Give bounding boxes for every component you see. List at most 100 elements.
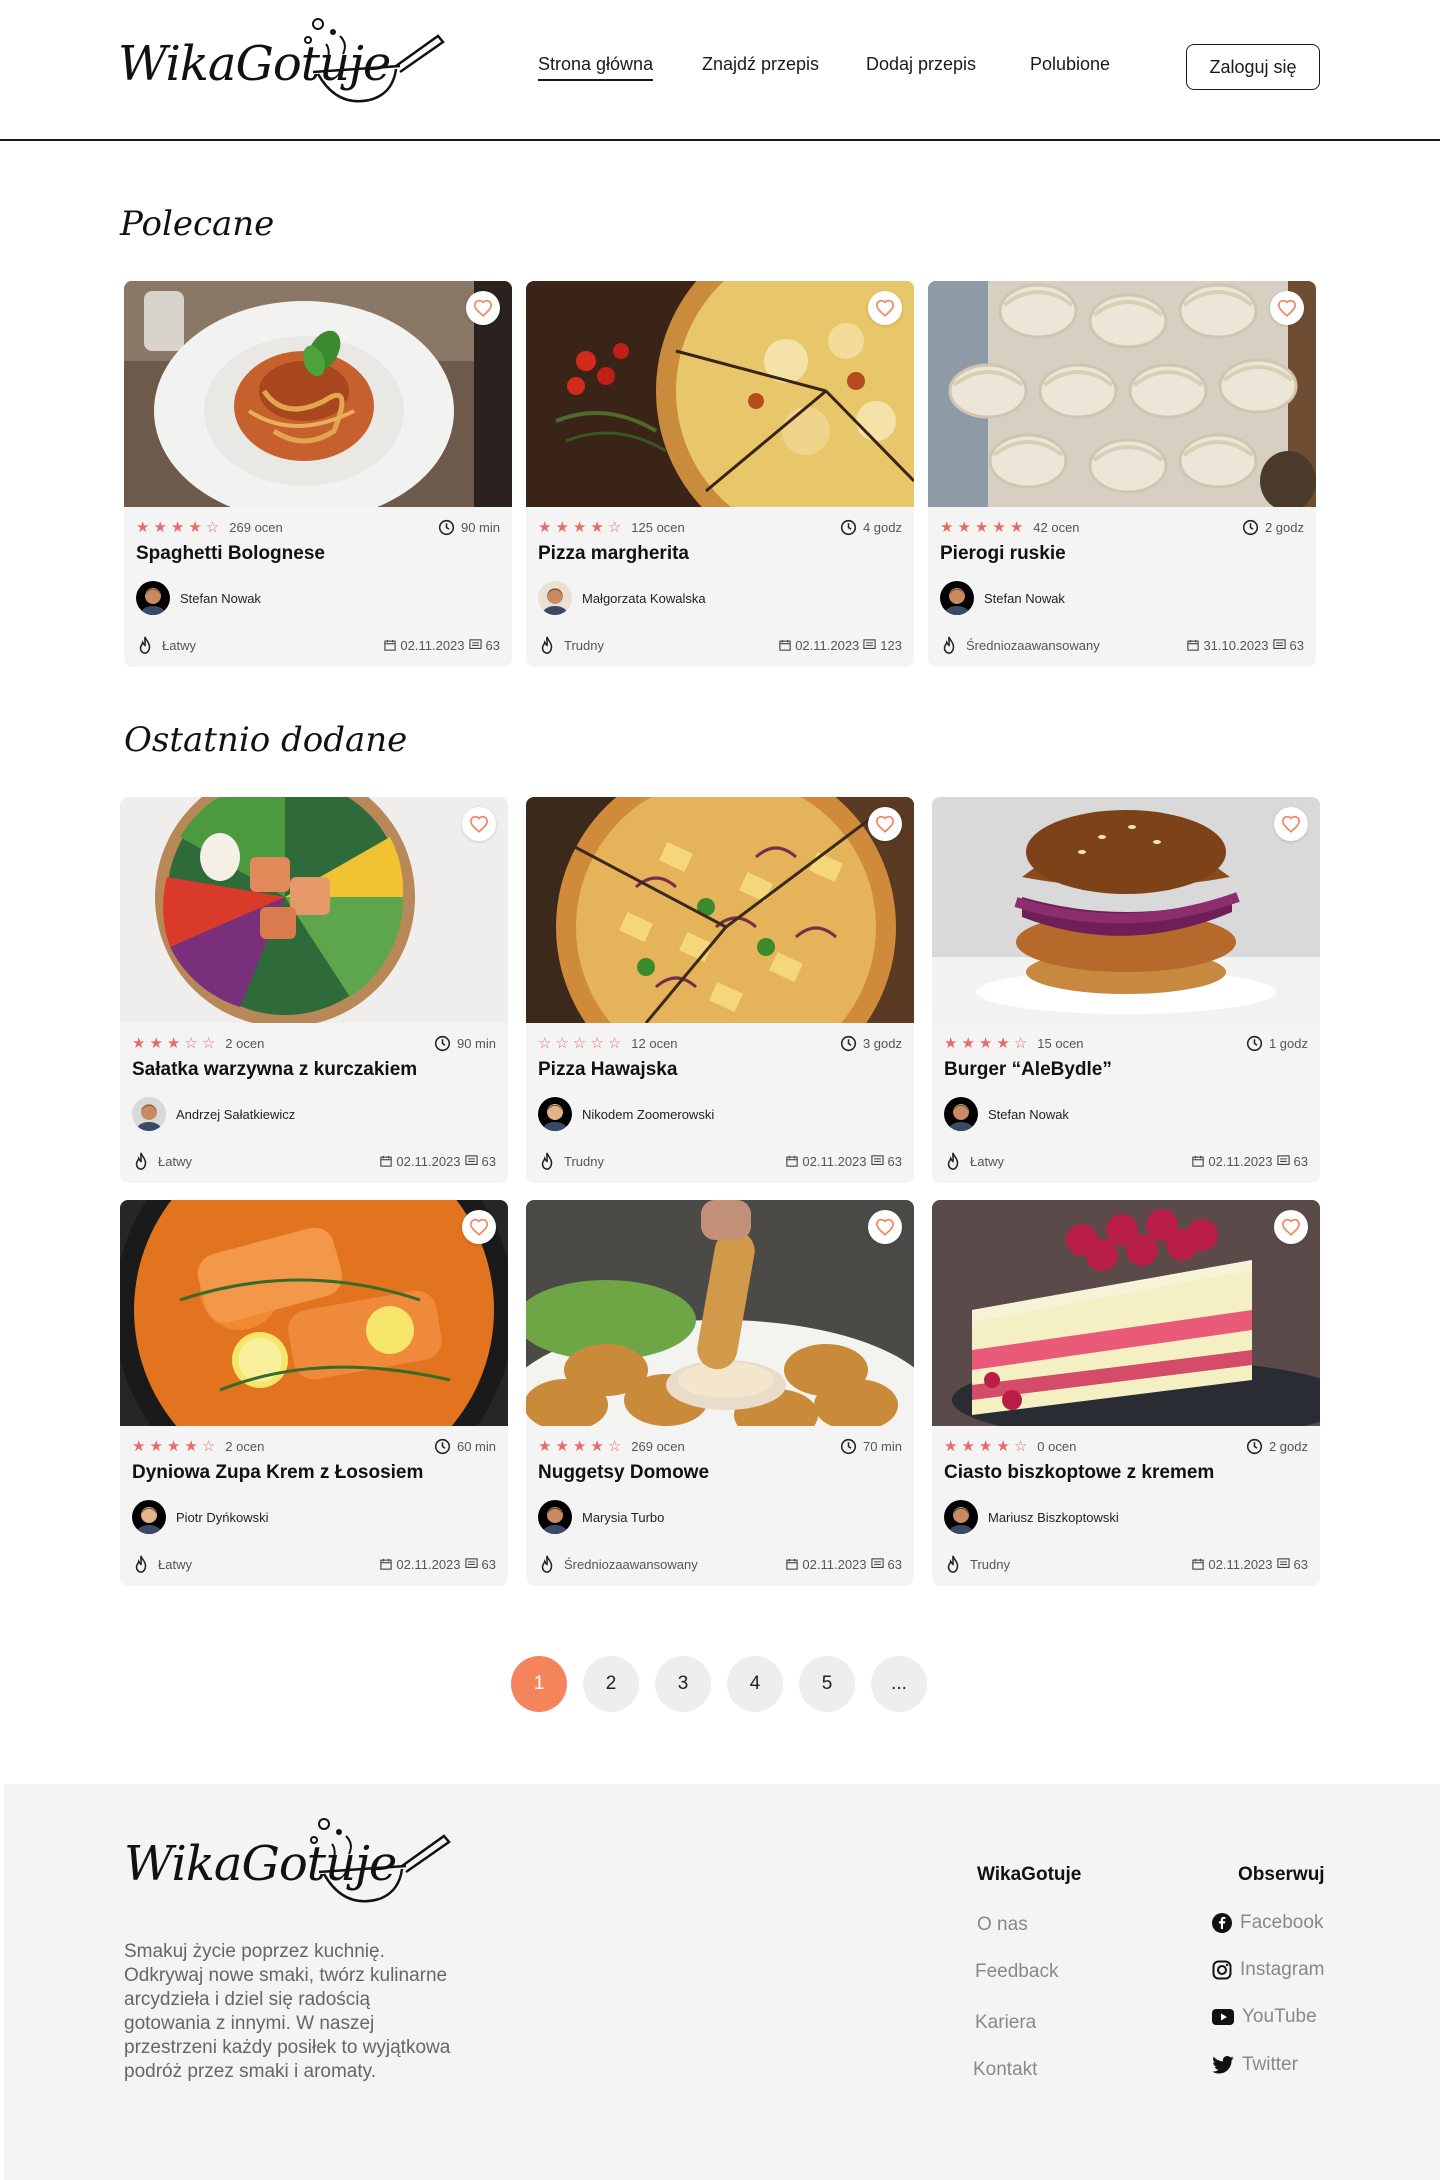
nav-favorites[interactable]: Polubione <box>1030 54 1110 79</box>
author[interactable]: Stefan Nowak <box>944 1097 1069 1131</box>
recipe-image[interactable] <box>928 281 1316 507</box>
favorite-button[interactable] <box>868 291 902 325</box>
author[interactable]: Stefan Nowak <box>136 581 261 615</box>
calendar-icon <box>380 1155 393 1167</box>
star-rating[interactable]: ★ ★ ★ ★ ☆ <box>944 1036 1027 1051</box>
footer-link-careers[interactable]: Kariera <box>975 2012 1036 2034</box>
recipe-image[interactable] <box>124 281 512 507</box>
author[interactable]: Nikodem Zoomerowski <box>538 1097 714 1131</box>
difficulty-label: Łatwy <box>158 1556 192 1572</box>
recipe-image[interactable] <box>526 1200 914 1426</box>
star-filled-icon: ★ <box>944 1437 958 1455</box>
salad-photo <box>120 797 508 1023</box>
heart-icon <box>469 1218 489 1236</box>
rating-row: ★ ★ ★ ★ ☆ 269 ocen 70 min <box>538 1436 902 1456</box>
recipe-title[interactable]: Pizza margherita <box>538 543 689 565</box>
recipe-card[interactable]: ★ ★ ★ ★ ☆ 269 ocen 90 min Spaghetti Bolognes… <box>124 281 512 667</box>
favorite-button[interactable] <box>462 1210 496 1244</box>
favorite-button[interactable] <box>1274 1210 1308 1244</box>
flame-icon <box>135 1152 147 1170</box>
pagination-page-5[interactable]: 5 <box>799 1656 855 1712</box>
pagination-page-4[interactable]: 4 <box>727 1656 783 1712</box>
heart-icon <box>875 815 895 833</box>
recipe-title[interactable]: Pizza Hawajska <box>538 1059 677 1081</box>
comment-icon <box>870 1558 884 1568</box>
clock-icon <box>438 519 455 535</box>
recipe-card[interactable]: ☆ ☆ ☆ ☆ ☆ 12 ocen 3 godz Pizza Hawajska Niko… <box>526 797 914 1183</box>
recipe-card[interactable]: ★ ★ ★ ★ ☆ 0 ocen 2 godz Ciasto biszkoptowe z… <box>932 1200 1320 1586</box>
star-rating[interactable]: ★ ★ ★ ☆ ☆ <box>132 1036 215 1051</box>
star-rating[interactable]: ★ ★ ★ ★ ☆ <box>136 520 219 535</box>
recipe-card[interactable]: ★ ★ ★ ★ ★ 42 ocen 2 godz Pierogi ruskie Stef… <box>928 281 1316 667</box>
star-rating[interactable]: ☆ ☆ ☆ ☆ ☆ <box>538 1036 621 1051</box>
social-facebook-link[interactable]: Facebook <box>1212 1912 1323 1934</box>
star-empty-icon: ☆ <box>590 1034 604 1052</box>
comment-icon <box>1276 1155 1290 1165</box>
star-rating[interactable]: ★ ★ ★ ★ ☆ <box>132 1439 215 1454</box>
prep-time: 2 godz <box>1242 519 1304 536</box>
recipe-card[interactable]: ★ ★ ★ ★ ☆ 2 ocen 60 min Dyniowa Zupa Krem z … <box>120 1200 508 1586</box>
pagination-page-1[interactable]: 1 <box>511 1656 567 1712</box>
recipe-image[interactable] <box>526 797 914 1023</box>
footer-link-feedback[interactable]: Feedback <box>975 1961 1058 1983</box>
social-twitter-link[interactable]: Twitter <box>1212 2054 1298 2076</box>
nav-home[interactable]: Strona główna <box>538 54 654 81</box>
footer-link-contact[interactable]: Kontakt <box>973 2059 1037 2081</box>
difficulty: Łatwy <box>132 1554 192 1574</box>
recipe-card[interactable]: ★ ★ ★ ★ ☆ 269 ocen 70 min Nuggetsy Domowe Ma… <box>526 1200 914 1586</box>
pagination-page-3[interactable]: 3 <box>655 1656 711 1712</box>
recipe-card[interactable]: ★ ★ ★ ★ ☆ 15 ocen 1 godz Burger “AleBydle” S… <box>932 797 1320 1183</box>
favorite-button[interactable] <box>1274 807 1308 841</box>
comment-count: 63 <box>485 637 500 653</box>
avatar <box>538 1500 572 1534</box>
avatar <box>944 1500 978 1534</box>
difficulty-label: Trudny <box>564 1153 604 1169</box>
author[interactable]: Andrzej Sałatkiewicz <box>132 1097 295 1131</box>
author[interactable]: Mariusz Biszkoptowski <box>944 1500 1119 1534</box>
recipe-date: 02.11.2023 <box>400 637 465 653</box>
nav-find-recipe[interactable]: Znajdź przepis <box>702 54 819 79</box>
recipe-image[interactable] <box>932 1200 1320 1426</box>
favorite-button[interactable] <box>462 807 496 841</box>
favorite-button[interactable] <box>868 807 902 841</box>
author[interactable]: Marysia Turbo <box>538 1500 664 1534</box>
recipe-image[interactable] <box>932 797 1320 1023</box>
recipe-title[interactable]: Ciasto biszkoptowe z kremem <box>944 1462 1214 1484</box>
favorite-button[interactable] <box>1270 291 1304 325</box>
recipe-image[interactable] <box>120 797 508 1023</box>
footer-logo[interactable]: WikaGotuje <box>124 1814 454 1914</box>
recipe-card[interactable]: ★ ★ ★ ☆ ☆ 2 ocen 90 min Sałatka warzywna z k… <box>120 797 508 1183</box>
star-rating[interactable]: ★ ★ ★ ★ ☆ <box>538 1439 621 1454</box>
recipe-image[interactable] <box>526 281 914 507</box>
social-youtube-link[interactable]: YouTube <box>1212 2006 1317 2028</box>
clock-icon <box>434 1035 451 1051</box>
recipe-title[interactable]: Burger “AleBydle” <box>944 1059 1112 1081</box>
recipe-title[interactable]: Dyniowa Zupa Krem z Łososiem <box>132 1462 423 1484</box>
author[interactable]: Stefan Nowak <box>940 581 1065 615</box>
pagination-page-2[interactable]: 2 <box>583 1656 639 1712</box>
favorite-button[interactable] <box>868 1210 902 1244</box>
pizza-hawaii-photo <box>526 797 914 1023</box>
star-rating[interactable]: ★ ★ ★ ★ ☆ <box>944 1439 1027 1454</box>
star-rating[interactable]: ★ ★ ★ ★ ☆ <box>538 520 621 535</box>
author[interactable]: Małgorzata Kowalska <box>538 581 706 615</box>
recipe-title[interactable]: Pierogi ruskie <box>940 543 1066 565</box>
footer-link-about[interactable]: O nas <box>977 1914 1028 1936</box>
nav-add-recipe[interactable]: Dodaj przepis <box>866 54 976 79</box>
pagination-more[interactable]: ... <box>871 1656 927 1712</box>
star-empty-icon: ☆ <box>184 1034 198 1052</box>
flame-icon <box>943 636 955 654</box>
login-button[interactable]: Zaloguj się <box>1186 44 1320 90</box>
recipe-title[interactable]: Spaghetti Bolognese <box>136 543 325 565</box>
star-empty-icon: ☆ <box>607 1437 622 1455</box>
recipe-title[interactable]: Nuggetsy Domowe <box>538 1462 709 1484</box>
recipe-image[interactable] <box>120 1200 508 1426</box>
social-instagram-link[interactable]: Instagram <box>1212 1959 1324 1981</box>
author[interactable]: Piotr Dyńkowski <box>132 1500 268 1534</box>
recipe-card[interactable]: ★ ★ ★ ★ ☆ 125 ocen 4 godz Pizza margherita M… <box>526 281 914 667</box>
recipe-title[interactable]: Sałatka warzywna z kurczakiem <box>132 1059 417 1081</box>
recipe-meta-row: Łatwy 02.11.2023 63 <box>132 1151 496 1171</box>
favorite-button[interactable] <box>466 291 500 325</box>
star-rating[interactable]: ★ ★ ★ ★ ★ <box>940 520 1023 535</box>
calendar-icon <box>779 639 791 651</box>
